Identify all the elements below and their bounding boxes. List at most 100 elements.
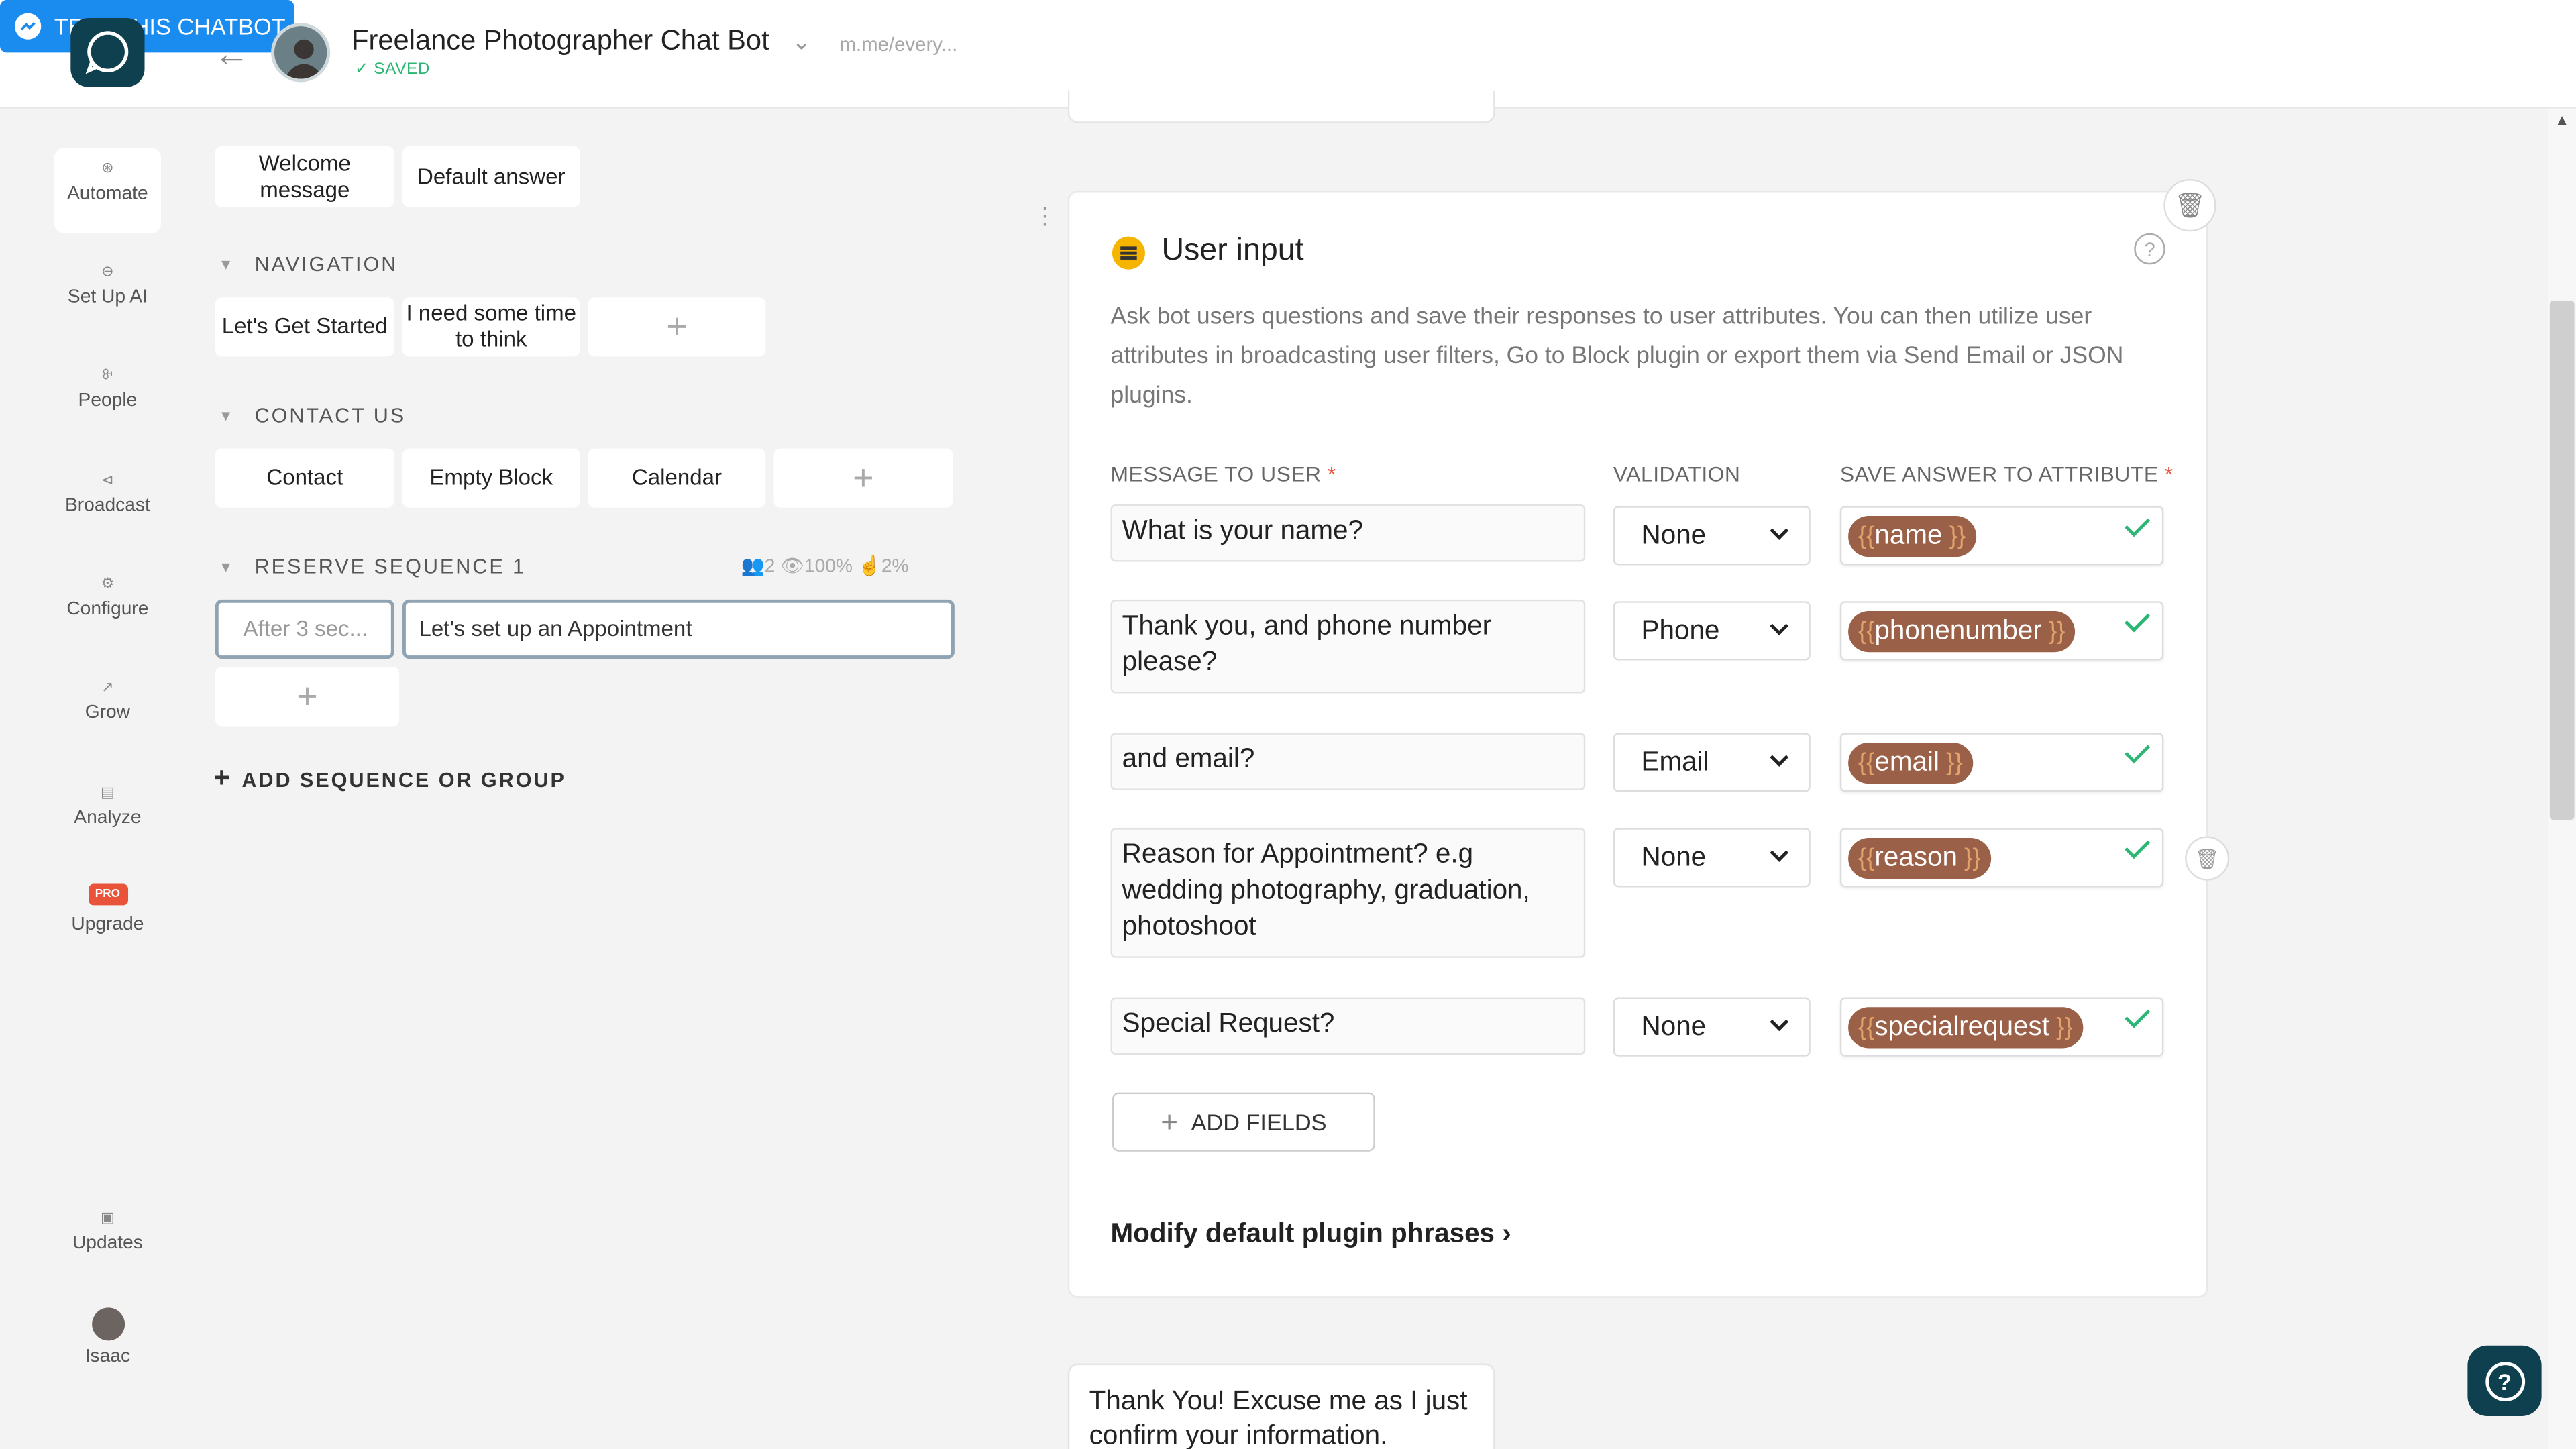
nav-grow[interactable]: ↗ Grow [54, 667, 161, 752]
add-block-button[interactable]: + [773, 448, 953, 508]
plugin-title: User input [1161, 233, 1304, 268]
user-avatar [91, 1307, 124, 1341]
add-sequence-or-group-button[interactable]: + ADD SEQUENCE OR GROUP [213, 762, 566, 795]
block-empty-block[interactable]: Empty Block [402, 448, 580, 508]
group-title-contact-us[interactable]: CONTACT US [255, 404, 407, 427]
block-welcome-message[interactable]: Welcome message [215, 146, 394, 207]
validation-select[interactable]: None [1613, 997, 1811, 1057]
add-fields-button[interactable]: + ADD FIELDS [1112, 1092, 1375, 1152]
validation-select[interactable]: None [1613, 828, 1811, 888]
validation-select[interactable]: Email [1613, 733, 1811, 792]
validation-select[interactable]: Phone [1613, 601, 1811, 661]
nav-user-label: Isaac [85, 1347, 131, 1367]
saved-status: ✓ SAVED [355, 61, 430, 79]
scrollbar-thumb[interactable] [2549, 301, 2575, 820]
trash-icon[interactable]: 🗑 [2185, 836, 2230, 881]
back-arrow-icon[interactable]: ← [213, 33, 250, 76]
nav-configure[interactable]: ⚙ Configure [54, 564, 161, 649]
attribute-chip: {{email }} [1848, 742, 1973, 784]
chevron-down-icon[interactable]: ⌄ [792, 28, 811, 56]
help-icon: ? [2485, 1360, 2524, 1401]
nav-grow-label: Grow [85, 703, 131, 723]
add-block-button[interactable]: + [588, 297, 766, 357]
plus-icon: + [213, 762, 232, 794]
block-set-up-appointment[interactable]: Let's set up an Appointment [402, 599, 955, 659]
nav-upgrade[interactable]: PRO Upgrade [54, 877, 161, 963]
column-header-message-label: MESSAGE TO USER [1110, 462, 1322, 486]
attribute-input[interactable]: {{name }} [1839, 506, 2164, 566]
required-mark: * [2164, 462, 2174, 486]
brace-close: }} [2041, 617, 2065, 646]
nav-people[interactable]: ꔬ People [54, 355, 161, 440]
block-default-answer[interactable]: Default answer [402, 146, 580, 207]
nav-automate-label: Automate [67, 184, 148, 204]
plus-icon: + [1161, 1104, 1178, 1138]
nav-updates[interactable]: ▣ Updates [54, 1197, 161, 1283]
ai-icon: ⊖ [101, 262, 114, 280]
users-icon: 👥 [741, 557, 765, 577]
modify-phrases-link[interactable]: Modify default plugin phrases › [1111, 1219, 1511, 1250]
previous-card [1067, 90, 1495, 123]
nav-set-up-ai[interactable]: ⊖ Set Up AI [54, 252, 161, 337]
message-input[interactable]: Reason for Appointment? e.g wedding phot… [1110, 828, 1586, 958]
drag-handle-icon[interactable]: ⋮ [1033, 204, 1056, 246]
block-calendar[interactable]: Calendar [588, 448, 766, 508]
caret-down-icon[interactable]: ▼ [219, 559, 233, 575]
attribute-input[interactable]: {{reason }} [1839, 828, 2164, 888]
bot-link[interactable]: m.me/every... [839, 33, 957, 56]
plugin-description: Ask bot users questions and save their r… [1110, 304, 2124, 409]
scroll-up-icon[interactable]: ▲ [2555, 112, 2569, 128]
group-title-navigation[interactable]: NAVIGATION [255, 253, 398, 276]
people-icon: ꔬ [102, 366, 113, 383]
message-input[interactable]: Special Request? [1110, 997, 1586, 1055]
gear-icon: ⚙ [101, 575, 115, 592]
app-root: ← Freelance Photographer Chat Bot ⌄ ✓ SA… [0, 0, 2576, 1449]
caret-down-icon[interactable]: ▼ [219, 256, 233, 272]
required-mark: * [1327, 462, 1336, 486]
caret-down-icon[interactable]: ▼ [219, 407, 233, 423]
attribute-chip: {{specialrequest }} [1848, 1007, 2083, 1049]
chevron-right-icon: › [1502, 1219, 1511, 1249]
add-sequence-block-button[interactable]: + [215, 667, 400, 727]
sequence-delay[interactable]: After 3 sec... [215, 599, 394, 659]
nav-analyze-label: Analyze [74, 808, 142, 828]
app-logo[interactable] [70, 17, 145, 87]
brace-close: }} [2049, 1014, 2073, 1042]
message-input[interactable]: What is your name? [1110, 504, 1586, 562]
nav-set-up-ai-label: Set Up AI [67, 287, 148, 307]
stat-users: 2 [764, 557, 775, 577]
updates-icon: ▣ [100, 1209, 115, 1226]
column-header-attribute: SAVE ANSWER TO ATTRIBUTE * [1840, 462, 2174, 486]
nav-broadcast[interactable]: ⊲ Broadcast [54, 460, 161, 545]
validation-value: None [1641, 1011, 1707, 1041]
support-chat-button[interactable]: ? [2467, 1345, 2542, 1417]
message-input[interactable]: Thank you, and phone number please? [1110, 599, 1586, 694]
nav-analyze[interactable]: ▤ Analyze [54, 772, 161, 857]
attribute-input[interactable]: {{specialrequest }} [1839, 997, 2164, 1057]
message-input[interactable]: and email? [1110, 733, 1586, 790]
attribute-input[interactable]: {{phonenumber }} [1839, 601, 2164, 661]
trash-icon[interactable]: 🗑 [2163, 178, 2216, 232]
check-icon [2125, 738, 2151, 764]
attribute-chip: {{name }} [1848, 515, 1976, 557]
stat-open-rate: 100% [804, 557, 853, 577]
help-icon[interactable]: ? [2134, 233, 2165, 265]
test-chatbot-button[interactable]: TEST THIS CHATBOT [0, 0, 294, 53]
attribute-name: email [1874, 747, 1939, 777]
bot-title[interactable]: Freelance Photographer Chat Bot [352, 25, 769, 58]
group-title-reserve-sequence[interactable]: RESERVE SEQUENCE 1 [255, 555, 527, 578]
saved-status-label: SAVED [374, 60, 430, 79]
block-contact[interactable]: Contact [215, 448, 394, 508]
nav-upgrade-label: Upgrade [71, 915, 144, 935]
nav-user-profile[interactable]: Isaac [54, 1305, 161, 1390]
attribute-input[interactable]: {{email }} [1839, 733, 2164, 792]
next-text-card[interactable]: Thank You! Excuse me as I just confirm y… [1067, 1363, 1495, 1449]
user-input-icon [1112, 236, 1145, 270]
block-lets-get-started[interactable]: Let's Get Started [215, 297, 394, 357]
validation-value: Phone [1641, 615, 1720, 645]
nav-automate[interactable]: ⊛ Automate [54, 148, 162, 233]
chevron-down-icon [1770, 521, 1789, 540]
validation-select[interactable]: None [1613, 506, 1811, 566]
block-need-time[interactable]: I need some time to think [402, 297, 580, 357]
sequence-stats: 👥2 👁100% ☝2% [741, 553, 908, 576]
